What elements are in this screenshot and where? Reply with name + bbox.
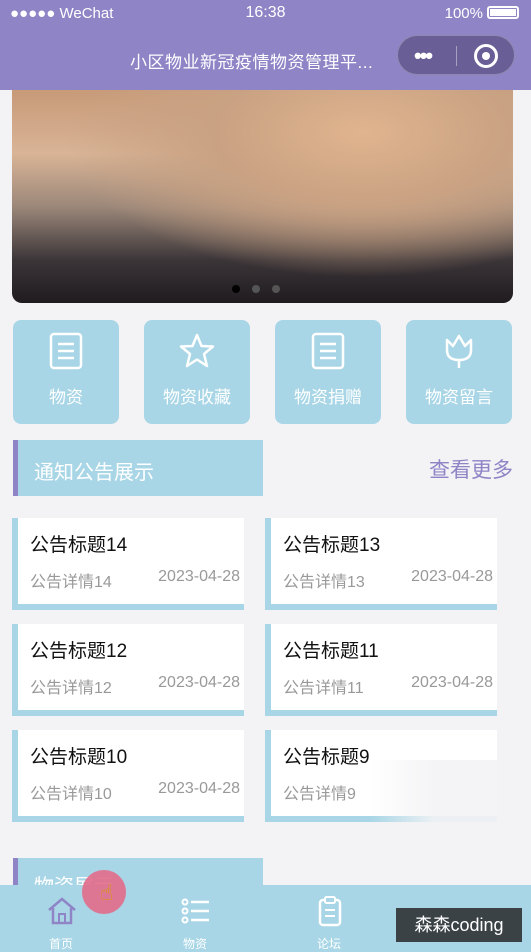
view-more-link[interactable]: 查看更多 <box>429 454 513 484</box>
carousel-dot[interactable] <box>232 285 240 293</box>
category-messages[interactable]: 物资留言 <box>406 320 512 424</box>
tab-supplies[interactable]: 物资 <box>150 889 240 951</box>
notice-title: 公告标题13 <box>283 535 381 556</box>
list-icon <box>181 898 209 924</box>
tab-label: 首页 <box>48 937 73 951</box>
category-supplies[interactable]: 物资 <box>13 320 119 424</box>
notice-title: 公告标题11 <box>283 641 379 662</box>
document-icon <box>311 332 345 370</box>
notice-card[interactable]: 公告标题13 公告详情13 2023-04-28 <box>265 518 497 610</box>
category-label: 物资捐赠 <box>294 388 362 407</box>
category-label: 物资收藏 <box>163 388 231 407</box>
notice-title: 公告标题14 <box>30 535 128 556</box>
notice-date: 2023-04-28 <box>158 780 240 797</box>
capsule-divider <box>456 46 457 66</box>
category-label: 物资 <box>49 388 83 407</box>
carousel-dot[interactable] <box>272 285 280 293</box>
notice-date: 2023-04-28 <box>158 568 240 585</box>
hand-cursor-icon: ☝ <box>100 880 114 905</box>
more-icon[interactable]: ••• <box>414 43 433 69</box>
category-favorites[interactable]: 物资收藏 <box>144 320 250 424</box>
category-grid: 物资 物资收藏 物资捐赠 物资留言 <box>13 320 518 424</box>
section-title: 通知公告展示 <box>34 462 154 484</box>
notice-detail: 公告详情11 <box>283 680 364 697</box>
section-header-notices: 通知公告展示 <box>13 440 263 496</box>
notice-card[interactable]: 公告标题10 公告详情10 2023-04-28 <box>12 730 244 822</box>
category-label: 物资留言 <box>425 388 493 407</box>
banner-carousel[interactable] <box>12 90 513 303</box>
tab-label: 物资 <box>182 937 207 951</box>
battery-icon <box>487 6 519 19</box>
notice-card[interactable]: 公告标题12 公告详情12 2023-04-28 <box>12 624 244 716</box>
page-title: 小区物业新冠疫情物资管理平... <box>130 53 374 72</box>
notice-title: 公告标题10 <box>30 747 128 768</box>
screen-fade-overlay <box>370 760 531 885</box>
close-mini-program-icon[interactable] <box>474 44 498 68</box>
tulip-icon <box>445 334 473 368</box>
carousel-indicator <box>232 280 292 298</box>
tab-label: 论坛 <box>316 937 341 951</box>
notice-detail: 公告详情10 <box>30 786 112 803</box>
home-icon <box>48 897 76 925</box>
battery-indicator: 100% <box>445 5 519 22</box>
clipboard-icon <box>318 896 342 927</box>
status-bar: ●●●●● WeChat 16:38 100% <box>0 0 531 28</box>
carousel-dot[interactable] <box>252 285 260 293</box>
battery-label: 100% <box>444 5 483 22</box>
document-icon <box>49 332 83 370</box>
notice-date: 2023-04-28 <box>158 674 240 691</box>
star-icon <box>179 333 215 368</box>
notice-detail: 公告详情13 <box>283 574 365 591</box>
notice-detail: 公告详情12 <box>30 680 112 697</box>
notice-date: 2023-04-28 <box>411 674 493 691</box>
notice-card[interactable]: 公告标题14 公告详情14 2023-04-28 <box>12 518 244 610</box>
watermark: 森森coding <box>396 908 522 942</box>
notice-card[interactable]: 公告标题11 公告详情11 2023-04-28 <box>265 624 497 716</box>
notice-detail: 公告详情14 <box>30 574 112 591</box>
notice-date: 2023-04-28 <box>411 568 493 585</box>
notice-title: 公告标题12 <box>30 641 128 662</box>
tab-forum[interactable]: 论坛 <box>284 889 374 951</box>
notice-title: 公告标题9 <box>283 747 370 768</box>
mini-program-capsule: ••• <box>397 35 515 75</box>
top-bar: ●●●●● WeChat 16:38 100% 小区物业新冠疫情物资管理平...… <box>0 0 531 90</box>
notice-detail: 公告详情9 <box>283 786 356 803</box>
category-donation[interactable]: 物资捐赠 <box>275 320 381 424</box>
